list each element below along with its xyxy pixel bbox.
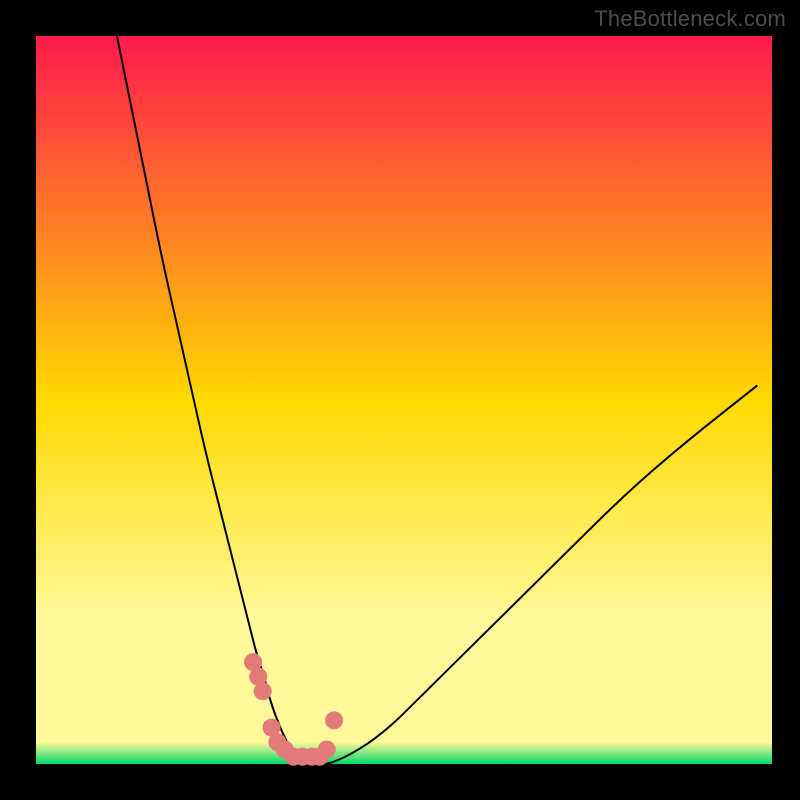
chart-svg: [0, 0, 800, 800]
highlight-point: [318, 740, 336, 758]
highlight-point: [325, 711, 343, 729]
plot-area: [36, 36, 772, 764]
highlight-point: [254, 682, 272, 700]
bottleneck-chart: TheBottleneck.com: [0, 0, 800, 800]
